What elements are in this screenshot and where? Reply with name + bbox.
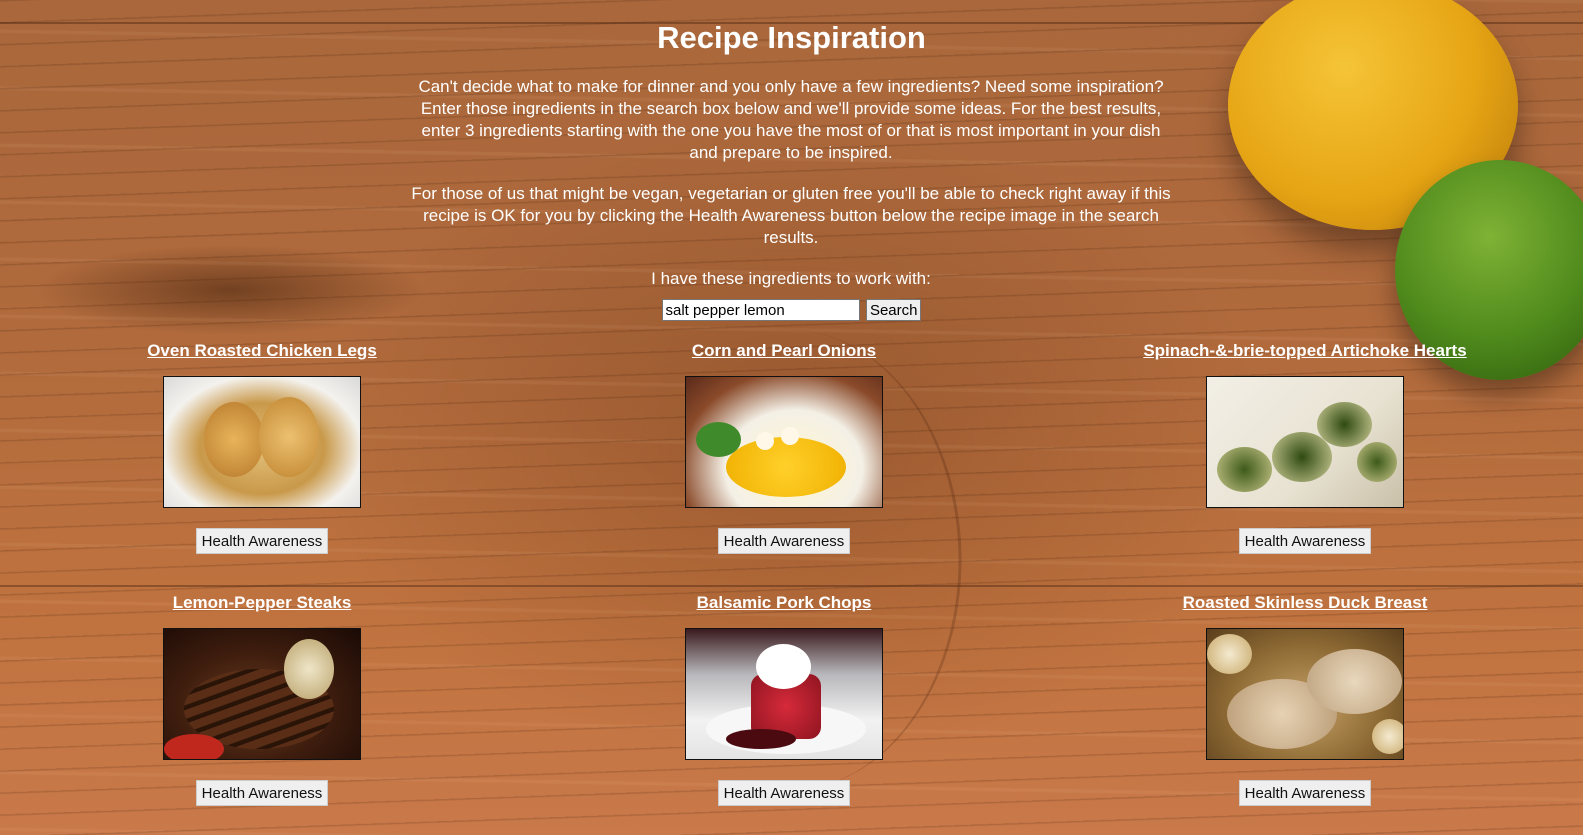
recipe-title-link[interactable]: Spinach-&-brie-topped Artichoke Hearts xyxy=(1055,340,1555,362)
health-awareness-button[interactable]: Health Awareness xyxy=(1238,528,1372,554)
recipe-title-link[interactable]: Roasted Skinless Duck Breast xyxy=(1055,592,1555,614)
health-paragraph: For those of us that might be vegan, veg… xyxy=(411,184,1171,247)
recipe-card: Roasted Skinless Duck Breast Health Awar… xyxy=(1055,592,1555,806)
recipe-card: Balsamic Pork Chops Health Awareness xyxy=(534,592,1034,806)
dessert-photo[interactable] xyxy=(685,628,883,760)
page-title: Recipe Inspiration xyxy=(657,20,926,55)
health-awareness-button[interactable]: Health Awareness xyxy=(1238,780,1372,806)
search-button[interactable]: Search xyxy=(865,299,922,321)
search-form: Search xyxy=(0,299,1583,321)
recipe-title-link[interactable]: Oven Roasted Chicken Legs xyxy=(12,340,512,362)
ingredients-input[interactable] xyxy=(661,299,860,321)
corn-onions-photo[interactable] xyxy=(685,376,883,508)
recipe-card: Lemon-Pepper Steaks Health Awareness xyxy=(12,592,512,806)
recipe-card: Corn and Pearl Onions Health Awareness xyxy=(534,340,1034,554)
health-awareness-button[interactable]: Health Awareness xyxy=(717,528,851,554)
recipe-card: Oven Roasted Chicken Legs Health Awarene… xyxy=(12,340,512,554)
steak-photo[interactable] xyxy=(163,628,361,760)
health-awareness-button[interactable]: Health Awareness xyxy=(195,780,329,806)
health-awareness-button[interactable]: Health Awareness xyxy=(717,780,851,806)
intro-paragraph: Can't decide what to make for dinner and… xyxy=(418,77,1164,162)
artichoke-photo[interactable] xyxy=(1206,376,1404,508)
recipe-title-link[interactable]: Lemon-Pepper Steaks xyxy=(12,592,512,614)
recipe-title-link[interactable]: Corn and Pearl Onions xyxy=(534,340,1034,362)
ingredients-prompt: I have these ingredients to work with: xyxy=(651,269,931,288)
roasted-chicken-photo[interactable] xyxy=(163,376,361,508)
health-awareness-button[interactable]: Health Awareness xyxy=(195,528,329,554)
duck-breast-photo[interactable] xyxy=(1206,628,1404,760)
recipe-card: Spinach-&-brie-topped Artichoke Hearts H… xyxy=(1055,340,1555,554)
recipe-title-link[interactable]: Balsamic Pork Chops xyxy=(534,592,1034,614)
